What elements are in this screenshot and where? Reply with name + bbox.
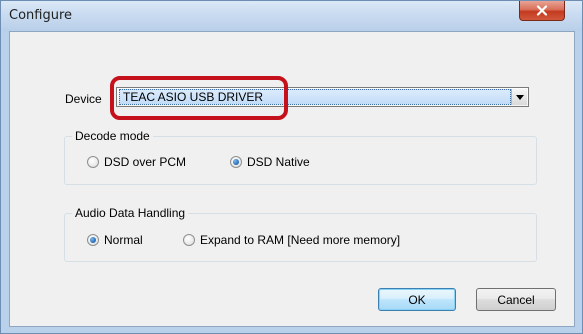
- device-selected-value: TEAC ASIO USB DRIVER: [119, 89, 511, 105]
- radio-label: DSD over PCM: [104, 155, 187, 169]
- radio-checked-icon: [230, 156, 242, 168]
- window-title: Configure: [9, 8, 73, 23]
- close-icon: [536, 5, 548, 16]
- chevron-down-icon[interactable]: [511, 89, 527, 105]
- radio-dsd-native[interactable]: DSD Native: [230, 155, 310, 169]
- device-label: Device: [65, 92, 102, 106]
- radio-unchecked-icon: [87, 156, 99, 168]
- decode-mode-group: Decode mode DSD over PCM DSD Native: [64, 129, 537, 185]
- configure-dialog: Configure Device TEAC ASIO USB DRIVER De…: [0, 0, 583, 334]
- radio-normal[interactable]: Normal: [87, 233, 143, 247]
- dialog-body: Device TEAC ASIO USB DRIVER Decode mode …: [9, 31, 575, 327]
- audio-data-handling-group: Audio Data Handling Normal Expand to RAM…: [64, 206, 537, 262]
- cancel-button[interactable]: Cancel: [476, 288, 556, 311]
- close-button[interactable]: [519, 1, 565, 21]
- radio-expand-to-ram[interactable]: Expand to RAM [Need more memory]: [183, 233, 400, 247]
- radio-label: Expand to RAM [Need more memory]: [200, 233, 401, 247]
- radio-label: DSD Native: [247, 155, 310, 169]
- title-bar[interactable]: Configure: [1, 1, 582, 31]
- radio-dsd-over-pcm[interactable]: DSD over PCM: [87, 155, 186, 169]
- radio-checked-icon: [87, 234, 99, 246]
- radio-label: Normal: [104, 233, 143, 247]
- device-dropdown[interactable]: TEAC ASIO USB DRIVER: [116, 87, 529, 107]
- decode-mode-title: Decode mode: [72, 129, 153, 143]
- radio-unchecked-icon: [183, 234, 195, 246]
- ok-button[interactable]: OK: [378, 288, 456, 311]
- audio-data-handling-title: Audio Data Handling: [72, 206, 189, 220]
